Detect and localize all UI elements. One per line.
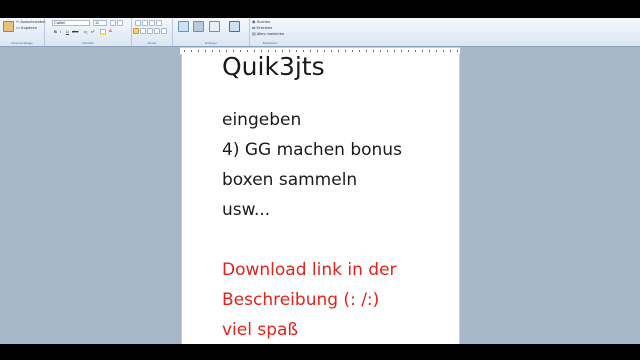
ruler-tick <box>191 50 192 52</box>
ruler-tick <box>240 50 241 52</box>
bullets-icon[interactable] <box>149 20 155 26</box>
ruler-tick <box>275 50 276 52</box>
ruler-tick <box>233 50 234 52</box>
highlight-icon[interactable] <box>100 29 106 35</box>
align-left-icon[interactable] <box>133 28 139 34</box>
ruler-tick <box>345 50 346 52</box>
edit-group: ◉ Suchen ⇄ Ersetzen ▤ Alles markieren Be… <box>250 18 290 46</box>
font-size-select[interactable]: 11 <box>93 20 107 26</box>
subscript-icon[interactable]: x₂ <box>84 29 88 34</box>
ruler-tick <box>282 50 283 52</box>
binoculars-icon: ◉ <box>252 19 256 24</box>
ruler-tick <box>317 50 318 52</box>
ruler-tick <box>296 50 297 52</box>
paste-icon[interactable] <box>3 21 14 32</box>
ruler-tick <box>443 50 444 52</box>
replace-icon: ⇄ <box>252 25 256 30</box>
document-line[interactable]: boxen sammeln <box>222 170 357 190</box>
ruler-tick <box>359 50 360 52</box>
ruler-tick <box>429 50 430 52</box>
ruler-tick <box>352 50 353 52</box>
document-line[interactable]: 4) GG machen bonus <box>222 140 402 160</box>
ruler-tick <box>261 50 262 52</box>
align-center-icon[interactable] <box>140 28 146 34</box>
copy-button[interactable]: ▭ Kopieren <box>16 25 37 30</box>
ruler-tick <box>422 50 423 52</box>
document-line[interactable]: Download link in der <box>222 260 397 280</box>
ruler-tick <box>324 50 325 52</box>
ruler-tick <box>212 50 213 52</box>
paragraph-group-label: Absatz <box>147 41 157 45</box>
ruler-tick <box>366 50 367 52</box>
document-line[interactable]: Beschreibung (: /:) <box>222 290 379 310</box>
font-group: Calibri 11 B I U abc x₂ x² A Schriftart <box>45 18 132 46</box>
insert-object-icon[interactable] <box>229 21 240 32</box>
wordpad-window: ✂ Ausschneiden ▭ Kopieren Zwischenablage… <box>0 18 640 344</box>
grow-font-icon[interactable] <box>110 20 116 26</box>
copy-icon: ▭ <box>16 25 20 30</box>
document-page[interactable]: Quik3jts eingeben 4) GG machen bonus boxen … <box>181 54 460 344</box>
ruler-tick <box>310 50 311 52</box>
ruler-tick <box>219 50 220 52</box>
italic-icon[interactable]: I <box>60 29 61 34</box>
ruler-tick <box>408 50 409 52</box>
replace-button[interactable]: ⇄ Ersetzen <box>252 25 272 30</box>
decrease-indent-icon[interactable] <box>135 20 141 26</box>
superscript-icon[interactable]: x² <box>91 29 94 34</box>
ribbon: ✂ Ausschneiden ▭ Kopieren Zwischenablage… <box>0 18 640 47</box>
edit-group-label: Bearbeiten <box>262 41 278 45</box>
cut-button[interactable]: ✂ Ausschneiden <box>16 19 45 24</box>
picture-icon[interactable] <box>178 21 189 32</box>
letterbox-bottom <box>0 344 640 360</box>
ruler-tick <box>373 50 374 52</box>
ruler-tick <box>457 50 458 52</box>
ruler-tick <box>394 50 395 52</box>
ruler-tick <box>436 50 437 52</box>
font-name-select[interactable]: Calibri <box>52 20 90 26</box>
insert-group: Einfügen <box>173 18 250 46</box>
ruler-tick <box>226 50 227 52</box>
document-line[interactable]: viel spaß <box>222 320 298 340</box>
document-line[interactable]: usw... <box>222 200 270 220</box>
ruler-tick <box>380 50 381 52</box>
paragraph-settings-icon[interactable] <box>161 28 167 34</box>
document-line[interactable]: Quik3jts <box>222 54 325 81</box>
ruler-tick <box>205 50 206 52</box>
ruler-tick <box>184 50 185 52</box>
increase-indent-icon[interactable] <box>142 20 148 26</box>
ruler-tick <box>338 50 339 52</box>
ruler-tick <box>303 50 304 52</box>
strikethrough-icon[interactable]: abc <box>72 29 78 34</box>
ruler-tick <box>331 50 332 52</box>
ruler-tick <box>289 50 290 52</box>
ruler-tick <box>198 50 199 52</box>
ruler-tick <box>401 50 402 52</box>
scissors-icon: ✂ <box>16 19 20 24</box>
ruler-tick <box>387 50 388 52</box>
select-all-button[interactable]: ▤ Alles markieren <box>252 31 284 36</box>
bold-icon[interactable]: B <box>54 29 57 34</box>
ruler-tick <box>415 50 416 52</box>
ruler-tick <box>268 50 269 52</box>
ruler-tick <box>450 50 451 52</box>
line-spacing-icon[interactable] <box>156 20 162 26</box>
select-all-icon: ▤ <box>252 31 256 36</box>
justify-icon[interactable] <box>154 28 160 34</box>
find-button[interactable]: ◉ Suchen <box>252 19 270 24</box>
clipboard-group-label: Zwischenablage <box>11 41 33 45</box>
align-right-icon[interactable] <box>147 28 153 34</box>
paragraph-group: Absatz <box>132 18 173 46</box>
ruler-tick <box>247 50 248 52</box>
ruler-tick <box>254 50 255 52</box>
font-group-label: Schriftart <box>81 41 94 45</box>
paint-drawing-icon[interactable] <box>193 21 204 32</box>
shrink-font-icon[interactable] <box>117 20 123 26</box>
clipboard-group: ✂ Ausschneiden ▭ Kopieren Zwischenablage <box>0 18 45 46</box>
date-time-icon[interactable] <box>209 21 220 32</box>
insert-group-label: Einfügen <box>205 41 217 45</box>
font-color-icon[interactable]: A <box>109 28 112 33</box>
underline-icon[interactable]: U <box>66 29 69 34</box>
document-line[interactable]: eingeben <box>222 110 301 130</box>
